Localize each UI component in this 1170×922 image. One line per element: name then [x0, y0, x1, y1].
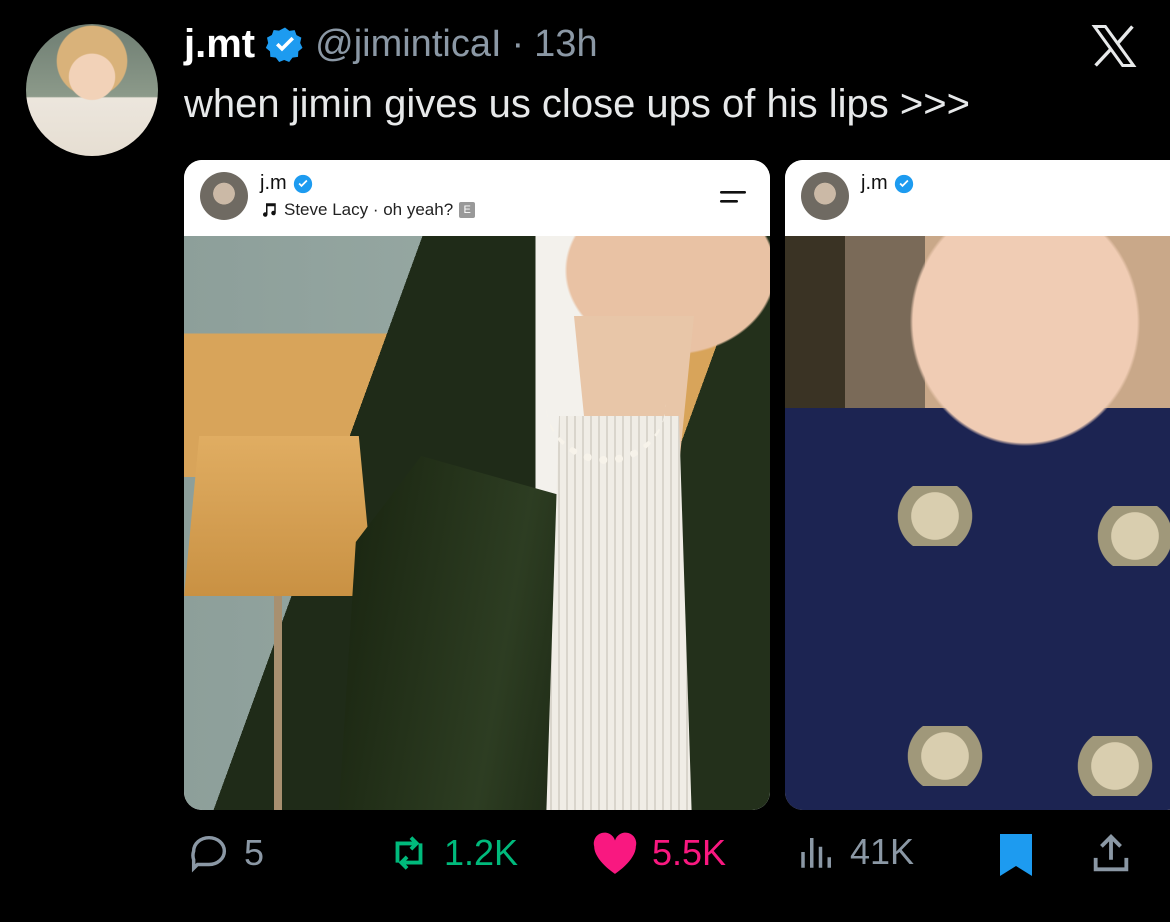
tweet-actions: 5 1.2K 5.5K 41K: [0, 830, 1170, 894]
music-note-icon: [263, 203, 276, 217]
user-handle[interactable]: @jiminticaI: [315, 23, 501, 66]
retweet-icon: [395, 836, 423, 870]
card-username: j.m: [861, 172, 914, 195]
profile-avatar[interactable]: [26, 24, 158, 156]
embroidery-detail: [1075, 506, 1170, 566]
views-icon: [801, 838, 831, 868]
tweet-header: j.mt @jiminticaI · 13h: [184, 22, 598, 67]
heart-icon: [593, 832, 637, 874]
views-count: 41K: [850, 831, 915, 872]
display-name[interactable]: j.mt: [184, 22, 255, 67]
share-icon: [1093, 834, 1129, 872]
embroidery-detail: [875, 486, 995, 546]
bookmark-icon: [1000, 834, 1032, 876]
card-avatar: [801, 172, 849, 220]
like-count: 5.5K: [652, 832, 727, 873]
reply-button[interactable]: 5: [186, 830, 264, 876]
card-header: j.m: [785, 160, 1170, 237]
card-header: j.m Steve Lacy · oh yeah? E: [184, 160, 770, 237]
verified-badge-icon: [265, 27, 303, 62]
menu-icon[interactable]: [718, 186, 748, 208]
views-button[interactable]: 41K: [796, 830, 914, 874]
media-image-1[interactable]: [184, 236, 770, 810]
reply-icon: [191, 835, 227, 873]
bookmark-button[interactable]: [996, 830, 1036, 878]
x-logo-icon: [1091, 24, 1137, 68]
retweet-count: 1.2K: [444, 832, 519, 873]
share-button[interactable]: [1088, 830, 1134, 878]
embroidery-detail: [885, 726, 1005, 786]
embedded-media-card-1[interactable]: j.m Steve Lacy · oh yeah? E: [184, 160, 770, 810]
timestamp[interactable]: 13h: [534, 23, 597, 66]
lamp-shade: [184, 436, 374, 596]
card-username: j.m: [260, 172, 313, 195]
card-username-text: j.m: [861, 172, 888, 194]
retweet-button[interactable]: 1.2K: [386, 830, 518, 876]
lamp-pole: [274, 596, 282, 810]
verified-badge-icon: [894, 174, 913, 193]
explicit-badge: E: [459, 202, 476, 218]
card-username-text: j.m: [260, 172, 287, 194]
song-title: Steve Lacy · oh yeah?: [284, 200, 454, 219]
like-button[interactable]: 5.5K: [590, 830, 726, 876]
striped-shirt: [544, 416, 694, 810]
separator-dot: ·: [511, 23, 525, 65]
verified-badge-icon: [293, 174, 312, 193]
card-avatar: [200, 172, 248, 220]
embroidery-detail: [1055, 736, 1170, 796]
media-image-2[interactable]: [785, 236, 1170, 810]
song-line: Steve Lacy · oh yeah? E: [260, 200, 476, 220]
tweet-text: when jimin gives us close ups of his lip…: [184, 82, 970, 126]
reply-count: 5: [244, 832, 265, 873]
embedded-media-card-2[interactable]: j.m: [785, 160, 1170, 810]
